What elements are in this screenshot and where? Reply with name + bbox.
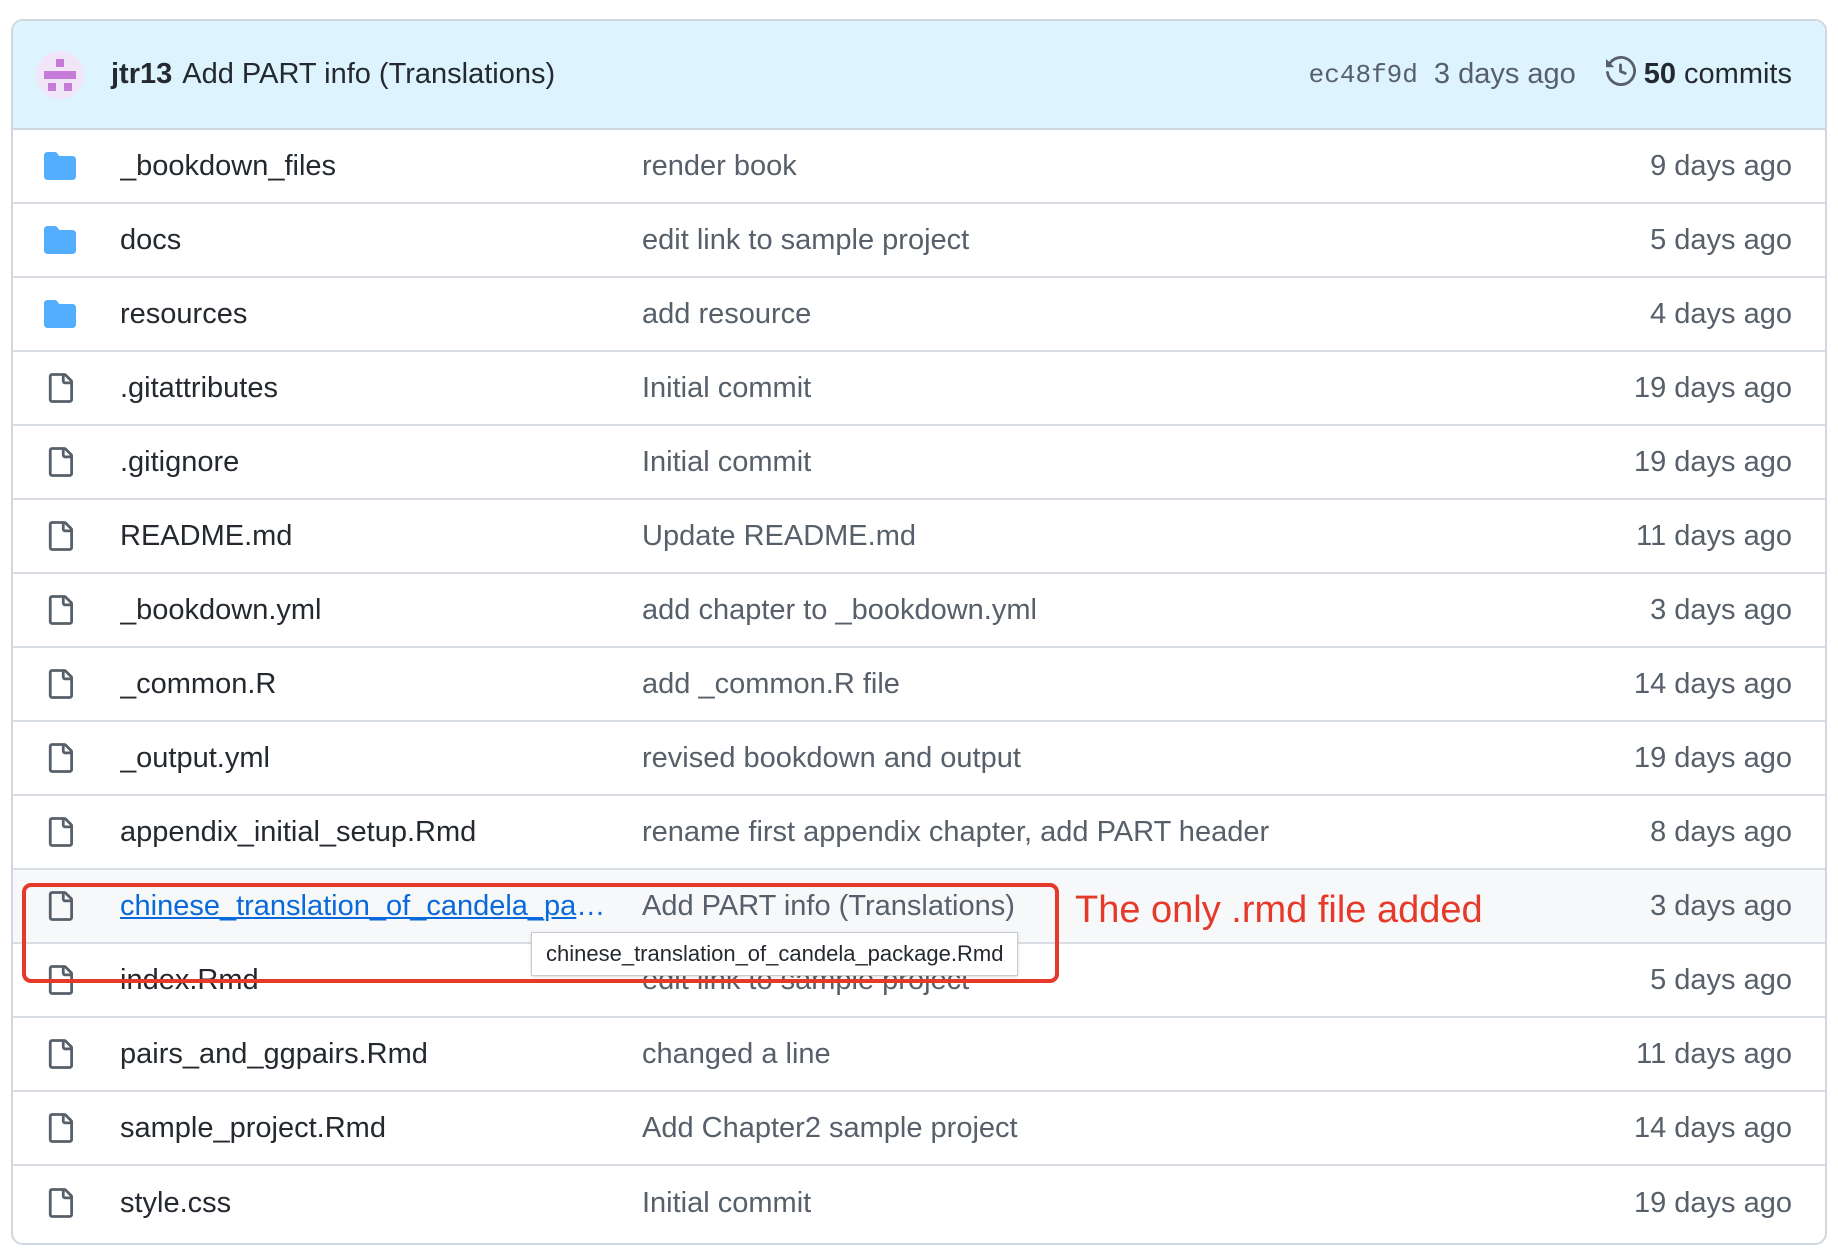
commit-message-link[interactable]: Update README.md bbox=[642, 520, 1636, 553]
commits-count: 50 bbox=[1643, 58, 1677, 90]
commit-age: 3 days ago bbox=[1650, 889, 1792, 922]
file-name-link[interactable]: docs bbox=[120, 224, 610, 257]
file-name-link[interactable]: sample_project.Rmd bbox=[120, 1112, 610, 1145]
file-icon bbox=[43, 1039, 77, 1069]
history-icon bbox=[1605, 55, 1644, 94]
commit-message-link[interactable]: rename first appendix chapter, add PART … bbox=[642, 816, 1650, 849]
file-row[interactable]: docs edit link to sample project 5 days ag… bbox=[13, 204, 1825, 278]
file-icon bbox=[43, 817, 77, 847]
file-icon bbox=[43, 595, 77, 625]
commit-message-link[interactable]: Add Chapter2 sample project bbox=[642, 1112, 1634, 1145]
commits-label: commits bbox=[1684, 58, 1792, 90]
file-icon bbox=[43, 521, 77, 551]
folder-icon bbox=[43, 299, 77, 329]
commit-message-link[interactable]: revised bookdown and output bbox=[642, 742, 1634, 775]
folder-icon bbox=[43, 225, 77, 255]
file-icon bbox=[43, 669, 77, 699]
file-row[interactable]: sample_project.Rmd Add Chapter2 sample pr… bbox=[13, 1092, 1825, 1166]
commit-age: 19 days ago bbox=[1633, 741, 1792, 774]
file-row[interactable]: README.md Update README.md 11 days ago bbox=[13, 500, 1825, 574]
file-row[interactable]: style.css Initial commit 19 days ago bbox=[13, 1166, 1825, 1240]
commit-age: 5 days ago bbox=[1650, 223, 1792, 256]
file-row[interactable]: resources add resource 4 days ago bbox=[13, 278, 1825, 352]
commit-age: 4 days ago bbox=[1650, 297, 1792, 330]
commit-author[interactable]: jtr13 bbox=[111, 58, 172, 91]
commit-message-link[interactable]: add chapter to _bookdown.yml bbox=[642, 594, 1650, 627]
file-browser: jtr13 Add PART info (Translations) ec48f… bbox=[11, 19, 1827, 1245]
commit-message-link[interactable]: render book bbox=[642, 150, 1650, 183]
file-icon bbox=[43, 1113, 77, 1143]
commit-message-link[interactable]: changed a line bbox=[642, 1038, 1636, 1071]
file-row[interactable]: pairs_and_ggpairs.Rmd changed a line 11 da… bbox=[13, 1018, 1825, 1092]
file-row[interactable]: .gitattributes Initial commit 19 days ago bbox=[13, 352, 1825, 426]
latest-commit-bar: jtr13 Add PART info (Translations) ec48f… bbox=[13, 21, 1825, 130]
file-name-link[interactable]: .gitignore bbox=[120, 446, 610, 479]
commit-message[interactable]: Add PART info (Translations) bbox=[182, 58, 555, 91]
commit-age: 9 days ago bbox=[1650, 149, 1792, 182]
commit-message-link[interactable]: Initial commit bbox=[642, 1187, 1634, 1220]
commit-age: 14 days ago bbox=[1633, 667, 1792, 700]
commit-message-link[interactable]: add _common.R file bbox=[642, 668, 1634, 701]
commit-age: 5 days ago bbox=[1650, 963, 1792, 996]
file-icon bbox=[43, 1188, 77, 1218]
commit-message-link[interactable]: add resource bbox=[642, 298, 1650, 331]
file-row[interactable]: _bookdown.yml add chapter to _bookdown.ym… bbox=[13, 574, 1825, 648]
avatar[interactable] bbox=[36, 50, 84, 99]
commit-age: 14 days ago bbox=[1633, 1111, 1792, 1144]
filename-tooltip: chinese_translation_of_candela_package.R… bbox=[531, 932, 1019, 976]
file-name-link[interactable]: _bookdown.yml bbox=[120, 594, 610, 627]
annotation-text: The only .rmd file added bbox=[1075, 889, 1483, 931]
commits-history-link[interactable]: 50 commits bbox=[1605, 55, 1792, 94]
file-row[interactable]: _output.yml revised bookdown and output 19… bbox=[13, 722, 1825, 796]
file-row[interactable]: _bookdown_files render book 9 days ago bbox=[13, 130, 1825, 204]
file-name-link[interactable]: .gitattributes bbox=[120, 372, 610, 405]
file-icon bbox=[43, 743, 77, 773]
commit-message-link[interactable]: Initial commit bbox=[642, 446, 1634, 479]
commit-sha[interactable]: ec48f9d bbox=[1309, 60, 1418, 90]
file-name-link[interactable]: _output.yml bbox=[120, 742, 610, 775]
file-name-link[interactable]: appendix_initial_setup.Rmd bbox=[120, 816, 610, 849]
file-name-link[interactable]: pairs_and_ggpairs.Rmd bbox=[120, 1038, 610, 1071]
file-name-link[interactable]: resources bbox=[120, 298, 610, 331]
folder-icon bbox=[43, 151, 77, 181]
file-name-link[interactable]: style.css bbox=[120, 1187, 610, 1220]
commit-age: 8 days ago bbox=[1650, 815, 1792, 848]
file-icon bbox=[43, 447, 77, 477]
commit-age: 11 days ago bbox=[1636, 519, 1792, 552]
file-row[interactable]: appendix_initial_setup.Rmd rename first a… bbox=[13, 796, 1825, 870]
file-row[interactable]: _common.R add _common.R file 14 days ago bbox=[13, 648, 1825, 722]
commit-time[interactable]: 3 days ago bbox=[1434, 58, 1576, 91]
file-name-link[interactable]: _common.R bbox=[120, 668, 610, 701]
file-icon bbox=[43, 373, 77, 403]
commit-age: 19 days ago bbox=[1633, 1186, 1792, 1219]
commit-age: 3 days ago bbox=[1650, 593, 1792, 626]
file-name-link[interactable]: _bookdown_files bbox=[120, 150, 610, 183]
commit-age: 19 days ago bbox=[1633, 445, 1792, 478]
file-name-link[interactable]: README.md bbox=[120, 520, 610, 553]
commit-age: 11 days ago bbox=[1636, 1037, 1792, 1070]
commit-message-link[interactable]: Initial commit bbox=[642, 372, 1634, 405]
file-row[interactable]: .gitignore Initial commit 19 days ago bbox=[13, 426, 1825, 500]
commit-age: 19 days ago bbox=[1633, 371, 1792, 404]
file-list: _bookdown_files render book 9 days ago docs… bbox=[13, 130, 1825, 1240]
commit-message-link[interactable]: edit link to sample project bbox=[642, 224, 1650, 257]
